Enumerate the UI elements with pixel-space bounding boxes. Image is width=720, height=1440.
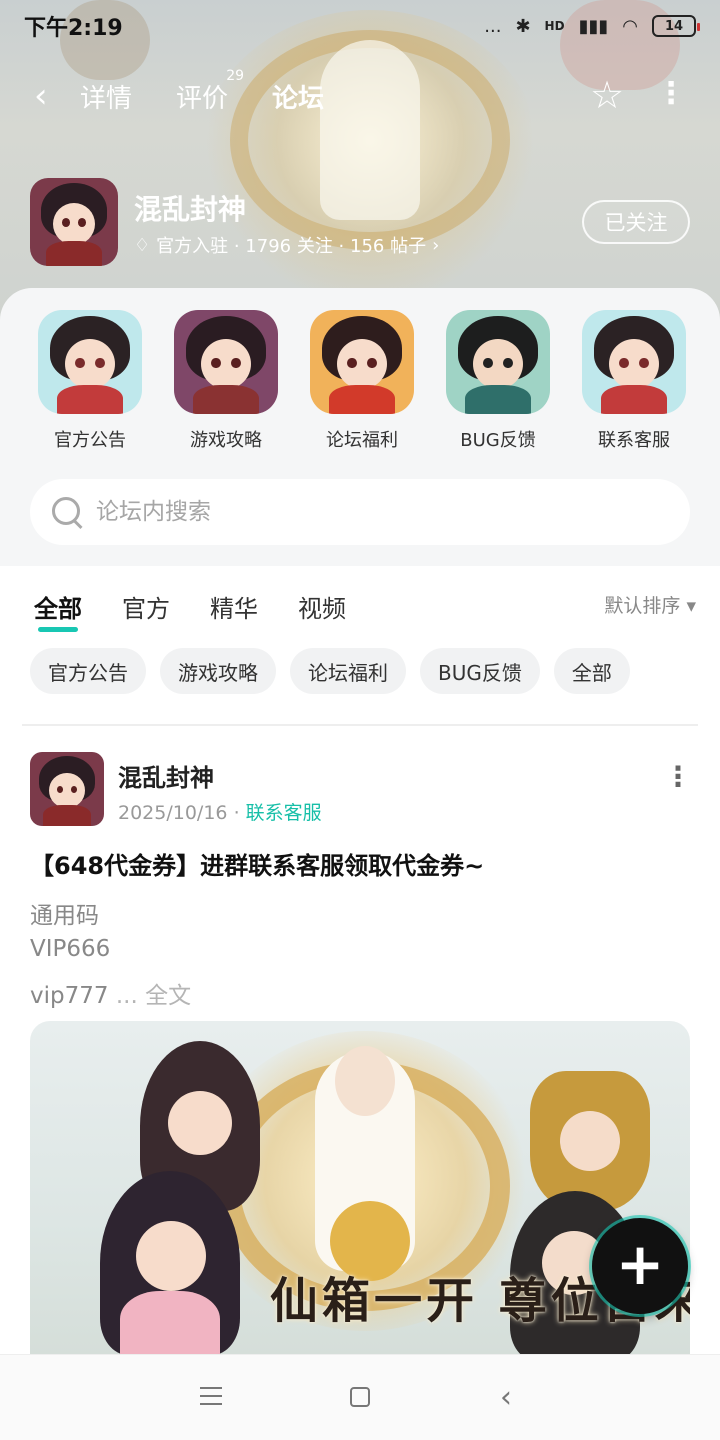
more-vertical-icon[interactable]: ⋮ bbox=[656, 74, 686, 116]
filter-tab-featured[interactable]: 精华 bbox=[210, 589, 258, 624]
post-body-text: vip777 bbox=[30, 983, 109, 1009]
post-meta: 2025/10/16 · 联系客服 bbox=[118, 798, 322, 825]
category-row: 官方公告 游戏攻略 论坛福利 BUG反馈 联系客服 bbox=[22, 310, 702, 452]
status-bar: 下午2:19 ... ✱ HD ▮▮▮ ◠ 14 bbox=[0, 0, 720, 52]
plus-icon: + bbox=[615, 1230, 665, 1298]
game-meta[interactable]: ♢ 官方入驻 · 1796 关注 · 156 帖子 › bbox=[134, 232, 439, 258]
post-image[interactable]: 仙箱一开 尊位自来 bbox=[30, 1021, 690, 1355]
category-official-notice[interactable]: 官方公告 bbox=[22, 310, 158, 452]
chevron-right-icon: › bbox=[432, 234, 440, 256]
create-post-button[interactable]: + bbox=[592, 1218, 688, 1314]
category-label: 联系客服 bbox=[598, 430, 670, 451]
menu-icon[interactable] bbox=[200, 1387, 222, 1405]
post-body-line: 通用码 bbox=[30, 903, 99, 929]
post-date: 2025/10/16 bbox=[118, 802, 228, 824]
post-tag[interactable]: 联系客服 bbox=[246, 802, 322, 824]
star-icon[interactable]: ☆ bbox=[586, 74, 628, 116]
more-vertical-icon[interactable]: ⋮ bbox=[664, 763, 692, 791]
filter-tab-official[interactable]: 官方 bbox=[122, 589, 170, 624]
read-full-link[interactable]: 全文 bbox=[145, 983, 191, 1009]
filter-tab-all[interactable]: 全部 bbox=[34, 589, 82, 632]
game-info: 混乱封神 ♢ 官方入驻 · 1796 关注 · 156 帖子 › 已关注 bbox=[30, 178, 690, 268]
home-icon[interactable] bbox=[350, 1387, 370, 1407]
game-icon[interactable] bbox=[30, 178, 118, 266]
post-ellipsis: ... bbox=[108, 983, 146, 1009]
meta-separator: · bbox=[233, 802, 240, 824]
divider bbox=[22, 724, 698, 726]
filter-tab-video[interactable]: 视频 bbox=[298, 589, 346, 624]
category-label: 论坛福利 bbox=[326, 430, 398, 451]
tab-details[interactable]: 详情 bbox=[80, 78, 132, 115]
post-body-line: VIP666 bbox=[30, 936, 111, 962]
wifi-icon: ◠ bbox=[622, 15, 638, 37]
network-label: HD bbox=[544, 19, 565, 33]
chip-bug-report[interactable]: BUG反馈 bbox=[420, 648, 540, 694]
game-title: 混乱封神 bbox=[134, 193, 247, 226]
chip-all[interactable]: 全部 bbox=[553, 648, 630, 694]
post-author[interactable]: 混乱封神 bbox=[118, 758, 214, 793]
tab-reviews[interactable]: 评价 29 bbox=[176, 68, 244, 115]
review-count-badge: 29 bbox=[226, 67, 245, 84]
sort-dropdown[interactable]: 默认排序 ▾ bbox=[604, 591, 696, 618]
filter-tabs: 全部 官方 精华 视频 bbox=[34, 586, 694, 632]
forum-panel: 官方公告 游戏攻略 论坛福利 BUG反馈 联系客服 bbox=[0, 288, 720, 566]
status-time: 下午2:19 bbox=[24, 16, 123, 41]
diamond-icon: ♢ bbox=[134, 234, 151, 256]
cell-signal-icon: ▮▮▮ bbox=[578, 15, 609, 37]
chip-official-notice[interactable]: 官方公告 bbox=[30, 648, 146, 694]
category-game-guide[interactable]: 游戏攻略 bbox=[158, 310, 294, 452]
tab-forum[interactable]: 论坛 bbox=[272, 78, 325, 115]
avatar[interactable] bbox=[30, 752, 104, 826]
system-nav-bar: ‹ bbox=[0, 1354, 720, 1440]
post-body-line: vip777 ... 全文 bbox=[30, 976, 191, 1010]
forum-search[interactable] bbox=[30, 479, 690, 545]
signal-dots-icon: ... bbox=[484, 15, 502, 37]
category-forum-benefits[interactable]: 论坛福利 bbox=[294, 310, 430, 452]
chevron-left-icon[interactable]: ‹ bbox=[34, 79, 74, 113]
category-label: BUG反馈 bbox=[460, 430, 536, 451]
top-nav: ‹ 详情 评价 29 论坛 ☆ ⋮ bbox=[0, 68, 720, 124]
game-meta-text: 官方入驻 · 1796 关注 · 156 帖子 bbox=[156, 236, 427, 257]
chip-forum-benefits[interactable]: 论坛福利 bbox=[290, 648, 406, 694]
category-label: 官方公告 bbox=[54, 430, 126, 451]
category-label: 游戏攻略 bbox=[190, 430, 262, 451]
search-input[interactable] bbox=[96, 499, 656, 525]
search-icon bbox=[50, 495, 84, 529]
follow-button[interactable]: 已关注 bbox=[582, 200, 690, 244]
category-contact-support[interactable]: 联系客服 bbox=[566, 310, 702, 452]
bluetooth-icon: ✱ bbox=[515, 15, 531, 37]
chip-game-guide[interactable]: 游戏攻略 bbox=[160, 648, 276, 694]
back-icon[interactable]: ‹ bbox=[500, 1383, 512, 1413]
chip-row: 官方公告 游戏攻略 论坛福利 BUG反馈 全部 bbox=[30, 648, 630, 694]
battery-icon: 14 bbox=[652, 15, 700, 37]
post-title[interactable]: 【648代金券】进群联系客服领取代金券~ bbox=[30, 846, 484, 881]
category-bug-report[interactable]: BUG反馈 bbox=[430, 310, 566, 452]
